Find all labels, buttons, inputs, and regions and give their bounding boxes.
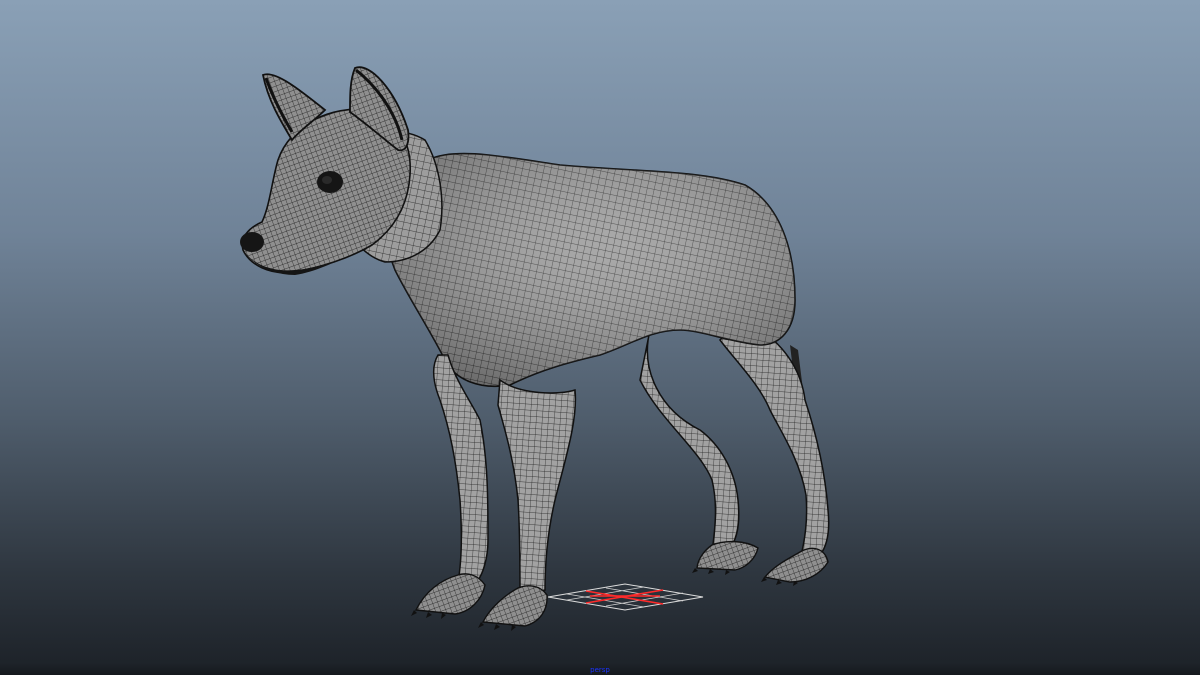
rear-left-leg xyxy=(639,329,740,553)
front-left-paw xyxy=(414,573,486,615)
dog-nose xyxy=(240,232,264,252)
front-right-paw xyxy=(481,585,548,627)
scene-canvas[interactable] xyxy=(0,0,1200,675)
rear-right-paw xyxy=(763,547,829,583)
maya-perspective-viewport[interactable]: persp xyxy=(0,0,1200,675)
ground-grid xyxy=(547,583,704,611)
dog-wireframe-mesh[interactable] xyxy=(240,66,830,631)
rear-left-paw xyxy=(696,540,759,571)
grid-axis-x xyxy=(585,590,664,605)
front-left-leg xyxy=(433,354,489,583)
front-right-leg xyxy=(497,378,577,596)
camera-label: persp xyxy=(590,666,610,674)
